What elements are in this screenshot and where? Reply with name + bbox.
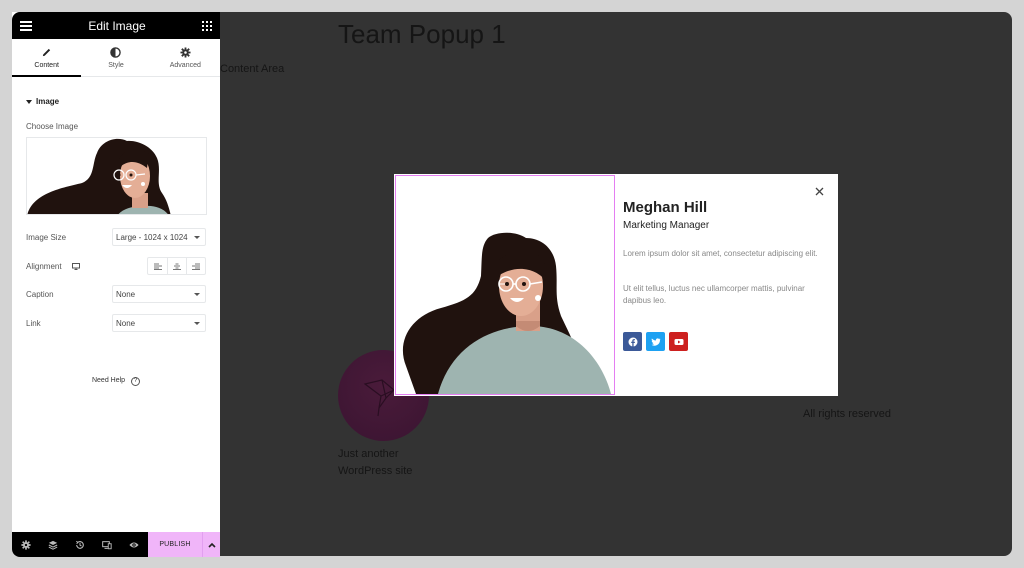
image-picker[interactable] [26,137,207,215]
link-control: Link None [26,314,206,332]
tab-advanced[interactable]: Advanced [151,39,220,76]
link-label: Link [26,318,41,328]
twitter-button[interactable] [646,332,665,351]
history-icon [75,540,84,549]
gear-icon [180,46,191,58]
tab-style[interactable]: Style [81,39,150,76]
tab-content[interactable]: Content [12,39,82,77]
member-bio-1: Lorem ipsum dolor sit amet, consectetur … [623,249,818,258]
chevron-up-icon [207,542,216,548]
team-popup: Meghan Hill Marketing Manager Lorem ipsu… [394,174,838,396]
choose-image-label: Choose Image [26,122,79,131]
social-links [623,332,688,351]
member-name: Meghan Hill [623,199,708,216]
copyright-text: All rights reserved [803,408,892,420]
close-popup-button[interactable] [812,184,826,198]
caption-control: Caption None [26,285,206,303]
link-select[interactable]: None [112,314,206,332]
facebook-icon [628,337,637,347]
woman-illustration [402,232,611,394]
layers-icon [48,540,57,550]
site-tagline: Just another WordPress site [338,448,413,477]
history-button[interactable] [66,532,93,557]
navigator-button[interactable] [39,532,66,557]
dropdown-arrow-icon [194,235,200,239]
caption-value: None [116,289,136,299]
youtube-icon [674,338,683,345]
caption-select[interactable]: None [112,285,206,303]
gear-icon [20,539,31,550]
eye-icon [128,542,139,547]
tab-advanced-label: Advanced [169,61,201,69]
close-icon [815,187,823,195]
woman-illustration-thumbnail [27,138,171,214]
member-bio-2: Ut elit tellus, luctus nec ullamcorper m… [623,284,805,305]
tab-style-label: Style [108,61,124,69]
need-help-link[interactable]: Need Help ? [12,377,220,386]
help-icon: ? [131,377,141,386]
tab-content-label: Content [34,61,59,69]
align-center-icon [173,263,181,270]
align-right-button[interactable] [186,258,205,274]
panel-title: Edit Image [88,18,146,33]
align-right-icon [192,263,200,270]
responsive-mode-button[interactable] [93,532,120,557]
caption-label: Caption [26,289,54,299]
youtube-button[interactable] [669,332,688,351]
menu-icon[interactable] [20,20,32,31]
responsive-icon [101,540,112,549]
alignment-label: Alignment [26,262,80,271]
image-size-label: Image Size [26,232,67,242]
facebook-button[interactable] [623,332,642,351]
desktop-icon[interactable] [71,262,80,270]
member-photo[interactable] [395,175,615,395]
half-circle-icon [110,46,122,58]
settings-button[interactable] [12,532,39,557]
dropdown-arrow-icon [194,292,200,296]
twitter-icon [650,337,660,346]
member-role: Marketing Manager [623,220,710,231]
panel-footer: PUBLISH [12,532,220,557]
caret-down-icon [26,99,32,104]
alignment-label-text: Alignment [26,261,62,271]
need-help-label: Need Help [91,377,126,384]
editor-panel: Edit Image Content Style Advanced Image … [12,12,220,557]
publish-options-button[interactable] [202,532,220,557]
link-value: None [116,318,136,328]
alignment-buttons [147,257,206,275]
align-center-button[interactable] [167,258,186,274]
dropdown-arrow-icon [194,321,200,325]
preview-button[interactable] [120,532,147,557]
panel-tabs: Content Style Advanced [12,39,220,77]
publish-button[interactable]: PUBLISH [148,532,202,557]
image-size-value: Large - 1024 x 1024 [116,232,188,242]
image-size-control: Image Size Large - 1024 x 1024 [26,228,206,246]
page-title: Team Popup 1 [338,19,506,49]
panel-header: Edit Image [12,12,220,39]
align-left-icon [153,263,162,270]
alignment-control: Alignment [26,257,206,275]
image-size-select[interactable]: Large - 1024 x 1024 [112,228,206,246]
widgets-grid-icon[interactable] [202,20,212,31]
section-image-toggle[interactable]: Image [12,77,220,106]
align-left-button[interactable] [148,258,167,274]
section-title: Image [36,97,60,106]
pencil-icon [42,48,51,56]
content-area-label: Content Area [220,63,285,75]
